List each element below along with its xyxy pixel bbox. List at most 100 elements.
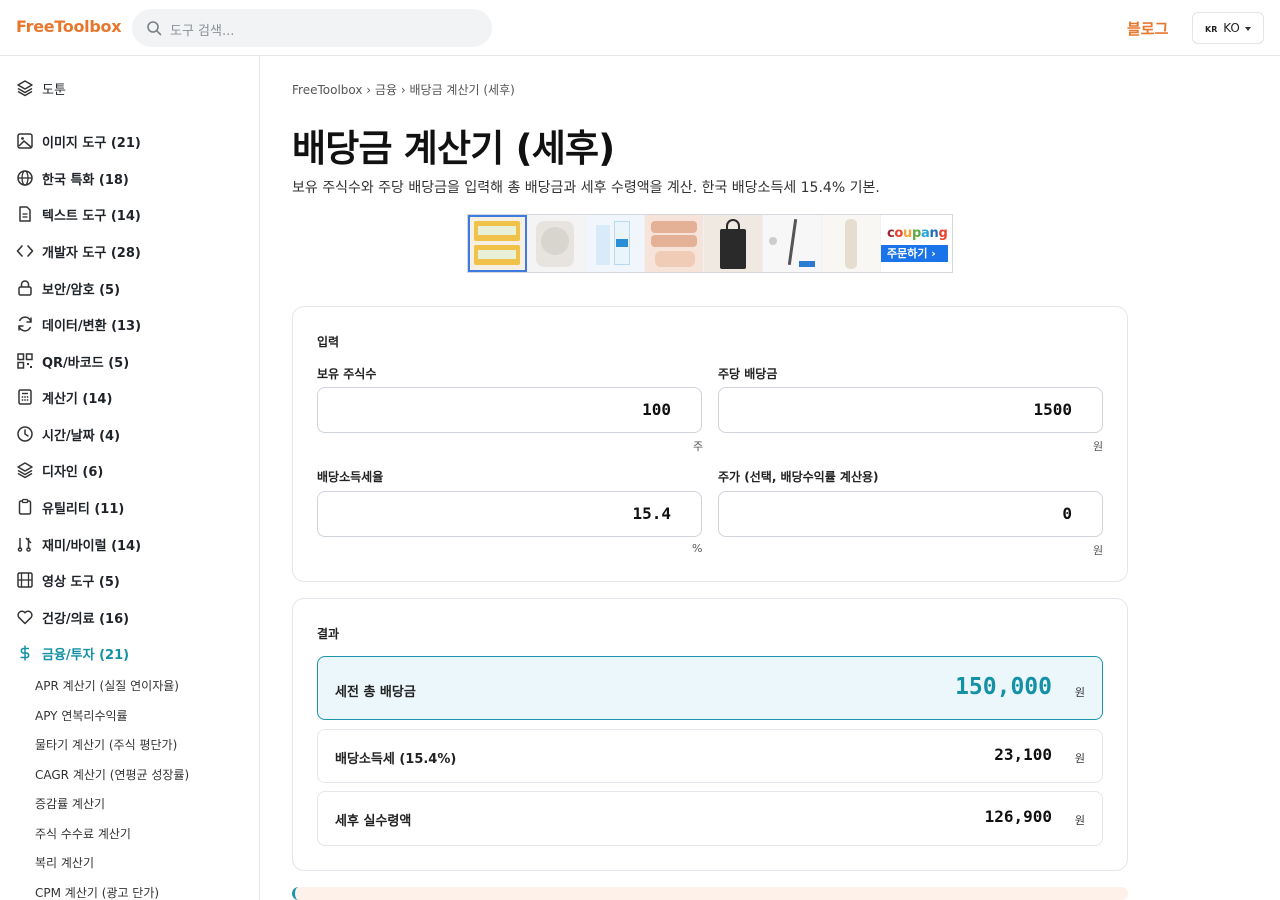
sidebar-subitem-cpm[interactable]: CPM 계산기 (광고 단가) — [35, 884, 159, 900]
sidebar-item-calculators[interactable]: 계산기 (14) — [16, 385, 112, 409]
language-select[interactable]: KR KO — [1192, 12, 1264, 44]
sidebar-item-top[interactable]: 도툰 — [16, 76, 66, 100]
sidebar-item-qr[interactable]: QR/바코드 (5) — [16, 349, 129, 373]
sidebar-subitem-cagr[interactable]: CAGR 계산기 (연평균 성장률) — [35, 766, 189, 783]
coupang-logo-letter: p — [912, 226, 922, 241]
refresh-icon — [18, 316, 32, 332]
sidebar-item-label: 텍스트 도구 (14) — [42, 208, 141, 224]
sidebar-subitem-averaging[interactable]: 물타기 계산기 (주식 평단가) — [35, 736, 177, 753]
sidebar-item-korea[interactable]: 한국 특화 (18) — [16, 166, 129, 190]
aftertax-amount-row: 세후 실수령액 126,900 원 — [317, 791, 1103, 846]
sidebar-item-time-date[interactable]: 시간/날짜 (4) — [16, 422, 120, 446]
tax-rate-input[interactable]: 15.4 — [317, 491, 702, 537]
shares-unit: 주 — [693, 440, 704, 453]
blog-link[interactable]: 블로그 — [1127, 18, 1168, 39]
heart-icon — [17, 610, 33, 625]
sidebar-item-video[interactable]: 영상 도구 (5) — [16, 568, 120, 592]
stock-price-value: 0 — [1062, 504, 1072, 523]
lock-icon — [18, 280, 32, 296]
music-icon — [17, 537, 32, 552]
tax-rate-unit: % — [692, 542, 703, 555]
layers-icon — [17, 462, 33, 479]
breadcrumb-home[interactable]: FreeToolbox — [292, 83, 362, 97]
sidebar-item-design[interactable]: 디자인 (6) — [16, 458, 103, 482]
sidebar-item-utility[interactable]: 유틸리티 (11) — [16, 495, 124, 519]
sidebar-item-label: 재미/바이럴 (14) — [42, 538, 142, 554]
dividend-tax-label: 배당소득세 (15.4%) — [335, 752, 457, 767]
sidebar-subitem-apy[interactable]: APY 연복리수익률 — [35, 707, 128, 724]
search-icon — [147, 21, 162, 36]
sidebar-item-fun[interactable]: 재미/바이럴 (14) — [16, 532, 141, 556]
sidebar-item-label: 디자인 (6) — [42, 464, 104, 480]
order-button[interactable]: 주문하기 › — [881, 245, 948, 262]
dividend-per-share-input[interactable]: 1500 — [718, 387, 1103, 433]
sidebar-subitem-change-rate[interactable]: 증감률 계산기 — [35, 795, 105, 812]
layers-icon — [17, 80, 33, 97]
ad-product-thumbnail[interactable] — [586, 215, 645, 272]
page-title: 배당금 계산기 (세후) — [292, 127, 615, 170]
sidebar-item-health[interactable]: 건강/의료 (16) — [16, 605, 129, 629]
language-flag: KR — [1205, 25, 1218, 34]
sidebar-subitem-stock-fee[interactable]: 주식 수수료 계산기 — [35, 825, 131, 842]
sidebar-item-label: QR/바코드 (5) — [42, 355, 130, 371]
ad-product-thumbnail[interactable] — [704, 215, 763, 272]
sidebar-item-finance[interactable]: 금융/투자 (21) — [16, 641, 129, 665]
ad-product-thumbnail[interactable] — [645, 215, 704, 272]
dividend-tax-value: 23,100 — [994, 745, 1052, 764]
sidebar-item-label: 보안/암호 (5) — [42, 282, 121, 298]
film-icon — [17, 572, 33, 588]
pretax-dividend-label: 세전 총 배당금 — [335, 685, 416, 700]
search-box[interactable]: 도구 검색... — [132, 9, 492, 47]
coupang-logo-letter: o — [894, 226, 904, 241]
breadcrumb-current: 배당금 계산기 (세후) — [409, 83, 515, 97]
sidebar-item-label: 개발자 도구 (28) — [42, 245, 141, 261]
sidebar-item-label: 한국 특화 (18) — [42, 172, 129, 188]
sidebar-item-label: 도툰 — [42, 82, 66, 98]
sidebar-item-label: 유틸리티 (11) — [42, 501, 125, 517]
ad-product-thumbnail[interactable] — [527, 215, 586, 272]
dividend-per-share-value: 1500 — [1033, 400, 1072, 419]
shares-input[interactable]: 100 — [317, 387, 702, 433]
shares-value: 100 — [642, 400, 671, 419]
sidebar: 도툰 이미지 도구 (21) 한국 특화 (18) 텍스트 도구 (14) 개발… — [0, 56, 260, 900]
stock-price-unit: 원 — [1093, 544, 1104, 557]
tax-rate-value: 15.4 — [632, 504, 671, 523]
calculator-icon — [18, 389, 32, 405]
sidebar-item-label: 계산기 (14) — [42, 391, 113, 407]
code-icon — [16, 245, 34, 257]
coupang-logo-letter: g — [938, 226, 948, 241]
ad-product-thumbnail[interactable] — [822, 215, 881, 272]
clipboard-icon — [18, 498, 32, 515]
tax-rate-label: 배당소득세율 — [317, 470, 384, 484]
sidebar-item-label: 시간/날짜 (4) — [42, 428, 121, 444]
sidebar-item-image-tools[interactable]: 이미지 도구 (21) — [16, 129, 141, 153]
aftertax-amount-label: 세후 실수령액 — [335, 814, 412, 829]
sidebar-subitem-compound[interactable]: 복리 계산기 — [35, 854, 94, 871]
sidebar-subitem-apr[interactable]: APR 계산기 (실질 연이자율) — [35, 677, 179, 694]
sidebar-item-label: 금융/투자 (21) — [42, 647, 130, 663]
language-code: KO — [1223, 21, 1240, 35]
sidebar-item-dev-tools[interactable]: 개발자 도구 (28) — [16, 239, 141, 263]
input-card: 입력 보유 주식수 100 주 주당 배당금 1500 원 배당소득세율 15.… — [292, 306, 1128, 582]
ad-product-thumbnail[interactable] — [468, 215, 527, 272]
input-card-title: 입력 — [317, 335, 340, 349]
site-logo[interactable]: FreeToolbox — [16, 17, 122, 36]
globe-icon — [17, 170, 33, 186]
pretax-dividend-unit: 원 — [1074, 686, 1085, 699]
chevron-down-icon — [1245, 27, 1251, 31]
coupang-ad-cta[interactable]: coupang 주문하기 › — [881, 215, 952, 272]
result-card: 결과 세전 총 배당금 150,000 원 배당소득세 (15.4%) 23,1… — [292, 598, 1128, 871]
result-card-title: 결과 — [317, 627, 340, 641]
ad-banner[interactable]: coupang 주문하기 › — [467, 214, 953, 273]
stock-price-label: 주가 (선택, 배당수익률 계산용) — [718, 470, 879, 484]
sidebar-item-data-convert[interactable]: 데이터/변환 (13) — [16, 312, 141, 336]
stock-price-input[interactable]: 0 — [718, 491, 1103, 537]
ad-product-thumbnail[interactable] — [763, 215, 822, 272]
dollar-icon — [20, 645, 30, 661]
language-label: KR KO — [1205, 21, 1240, 35]
search-input[interactable]: 도구 검색... — [170, 20, 234, 39]
sidebar-item-text-tools[interactable]: 텍스트 도구 (14) — [16, 202, 141, 226]
sidebar-item-security[interactable]: 보안/암호 (5) — [16, 276, 120, 300]
shares-label: 보유 주식수 — [317, 367, 377, 381]
breadcrumb-category[interactable]: 금융 — [375, 83, 397, 97]
